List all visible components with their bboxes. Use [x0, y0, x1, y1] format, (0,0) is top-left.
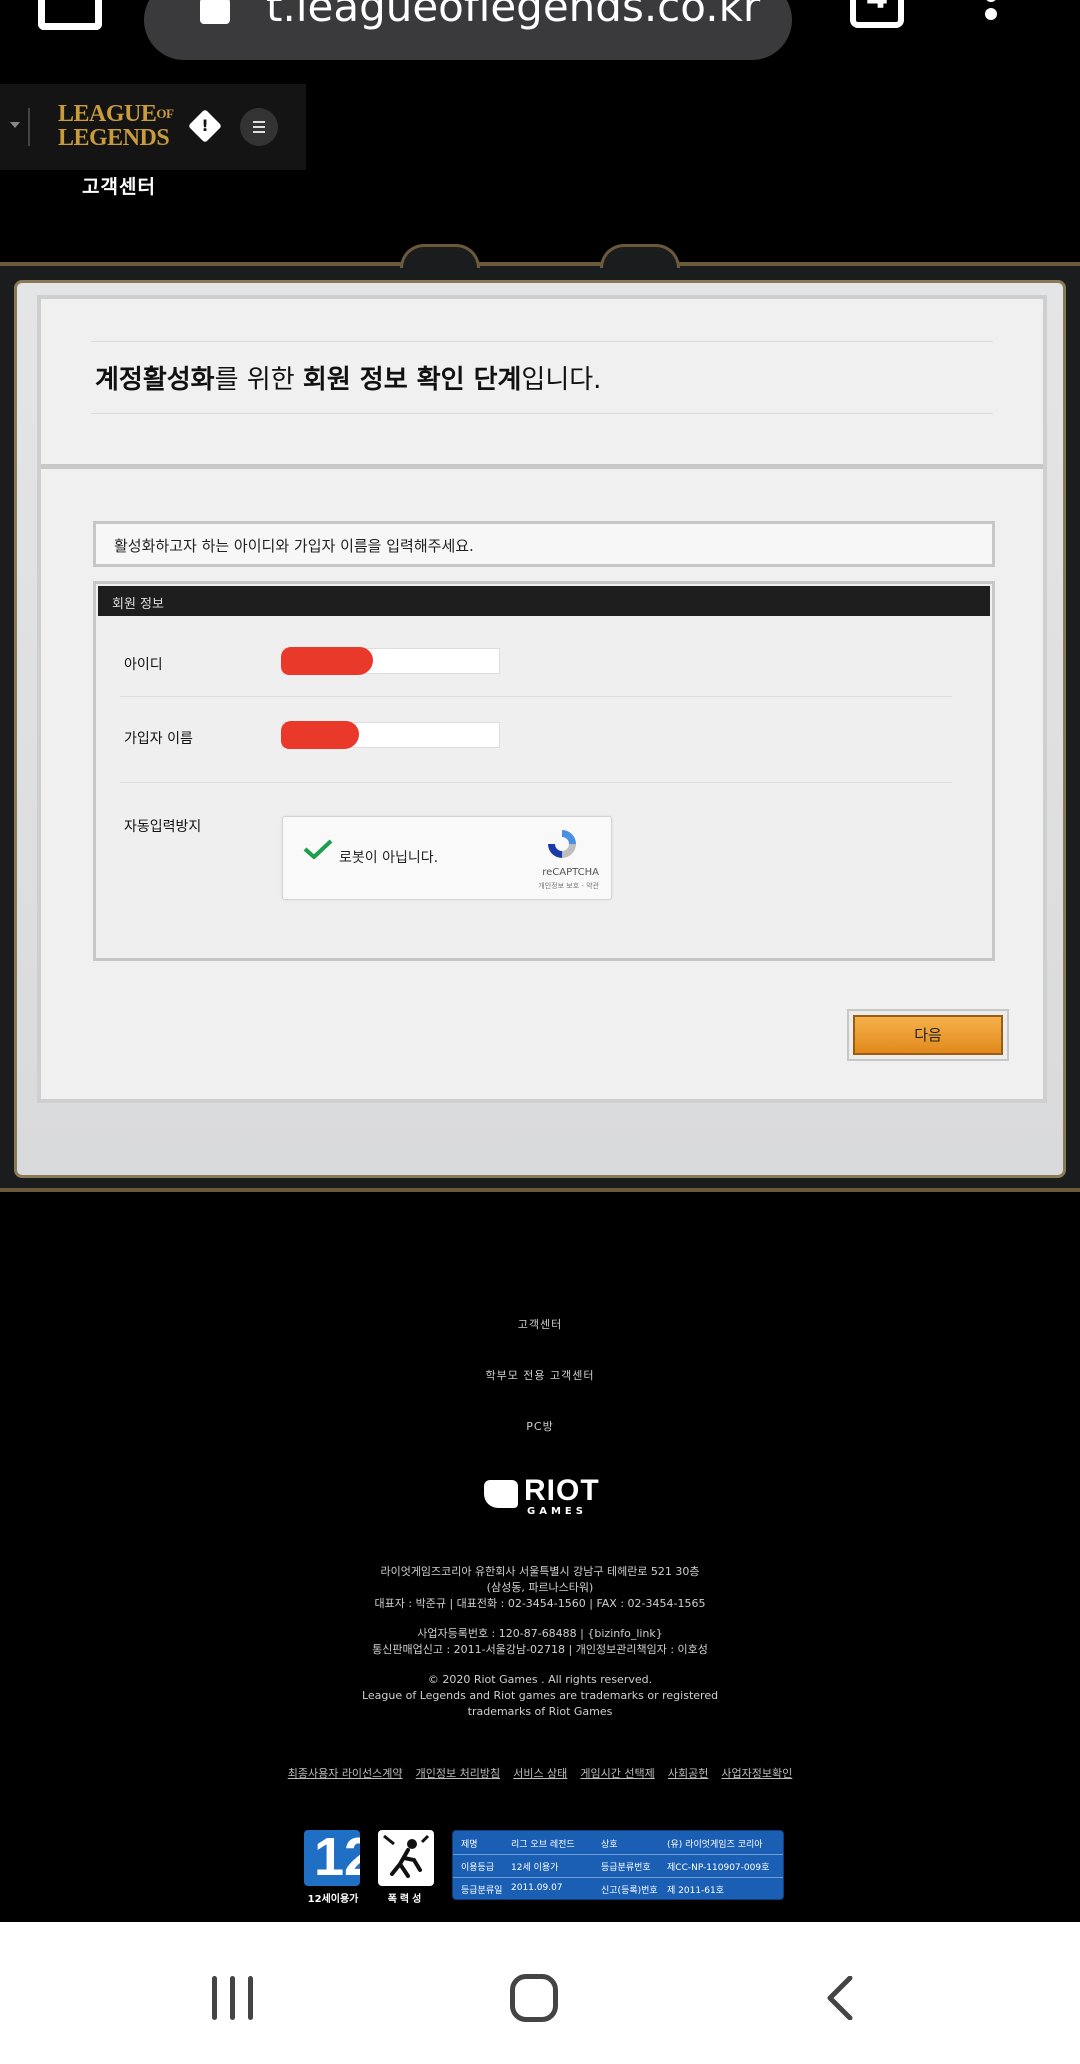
instruction-box: 활성화하고자 하는 아이디와 가입자 이름을 입력해주세요. — [93, 521, 995, 567]
recent-apps-icon[interactable] — [212, 1976, 254, 2020]
link-social-contribution[interactable]: 사회공헌 — [668, 1765, 708, 1781]
chevron-down-icon[interactable] — [10, 122, 20, 128]
browser-home-icon[interactable] — [38, 0, 102, 30]
riot-wordmark: RIOT — [524, 1474, 600, 1507]
address-bar[interactable]: t.leagueoflegends.co.kr — [144, 0, 792, 60]
recaptcha-legal-links[interactable]: 개인정보 보호 - 약관 — [538, 881, 599, 891]
frame-ornament — [400, 244, 480, 268]
league-of-legends-logo[interactable]: LEAGUEOF LEGENDS — [58, 101, 174, 151]
footer-link-parent-support[interactable]: 학부모 전용 고객센터 — [0, 1367, 1080, 1383]
id-input[interactable] — [281, 647, 500, 675]
violence-icon — [378, 1830, 434, 1886]
content-frame: 계정활성화를 위한 회원 정보 확인 단계입니다. 활성화하고자 하는 아이디와… — [0, 244, 1080, 1192]
logo-league: LEAGUE — [58, 101, 157, 127]
recaptcha-logo-icon — [548, 830, 576, 858]
captcha-label: 자동입력방지 — [124, 819, 202, 835]
age-rating-label: 12세이용가 — [307, 1894, 359, 1905]
violence-label: 폭력성 — [387, 1894, 425, 1905]
legal-links: 최종사용자 라이선스계약 개인정보 처리방침 서비스 상태 게임시간 선택제 사… — [0, 1762, 1080, 1781]
footer-link-pc-bang[interactable]: PC방 — [0, 1418, 1080, 1434]
logo-of: OF — [156, 106, 174, 121]
logo-legends: LEGENDS — [58, 125, 170, 151]
more-options-icon[interactable] — [985, 0, 999, 26]
copyright-info: © 2020 Riot Games . All rights reserved.… — [361, 1673, 719, 1718]
next-button[interactable]: 다음 — [853, 1015, 1003, 1055]
id-label: 아이디 — [124, 657, 163, 673]
system-navigation-bar — [0, 1922, 1080, 2064]
alert-icon[interactable]: ! — [188, 109, 222, 143]
section-title: 회원 정보 — [112, 597, 164, 612]
recaptcha-brand: reCAPTCHA — [542, 867, 599, 878]
name-label: 가입자 이름 — [124, 731, 193, 747]
age-rating-12-icon: 12 — [304, 1830, 360, 1886]
page-section-title: 고객센터 — [82, 176, 156, 198]
frame-inner: 계정활성화를 위한 회원 정보 확인 단계입니다. 활성화하고자 하는 아이디와… — [14, 280, 1066, 1178]
footer-link-support[interactable]: 고객센터 — [0, 1316, 1080, 1332]
menu-icon[interactable] — [240, 108, 278, 146]
redaction-mark — [281, 647, 373, 675]
instruction-text: 활성화하고자 하는 아이디와 가입자 이름을 입력해주세요. — [114, 537, 474, 555]
riot-fist-icon — [484, 1480, 518, 1508]
link-privacy-policy[interactable]: 개인정보 처리방침 — [416, 1765, 500, 1781]
tab-count: 4 — [856, 0, 898, 16]
riot-games-wordmark: GAMES — [527, 1506, 587, 1517]
riot-games-logo[interactable]: RIOT GAMES — [484, 1474, 604, 1517]
panel-header: 계정활성화를 위한 회원 정보 확인 단계입니다. — [41, 299, 1043, 469]
member-info-section: 회원 정보 아이디 가입자 이름 자동입력방지 로봇이 아닙니다. reCAPT… — [93, 581, 995, 961]
company-info: 라이엇게임즈코리아 유한회사 서울특별시 강남구 테헤란로 521 30층 (삼… — [374, 1565, 706, 1610]
rating-info-table: 제명 리그 오브 레전드 상호 (유) 라이엇게임즈 코리아 이용등급 12세 … — [452, 1830, 784, 1900]
next-button-frame: 다음 — [847, 1009, 1009, 1061]
frame-ornament — [600, 244, 680, 268]
form-panel: 계정활성화를 위한 회원 정보 확인 단계입니다. 활성화하고자 하는 아이디와… — [37, 295, 1047, 1103]
link-game-time[interactable]: 게임시간 선택제 — [580, 1765, 654, 1781]
link-eula[interactable]: 최종사용자 라이선스계약 — [288, 1765, 403, 1781]
redaction-mark — [281, 721, 359, 749]
page-headline: 계정활성화를 위한 회원 정보 확인 단계입니다. — [95, 365, 602, 395]
link-business-info[interactable]: 사업자정보확인 — [721, 1765, 792, 1781]
recaptcha-label: 로봇이 아닙니다. — [339, 850, 439, 866]
lock-icon[interactable] — [200, 0, 230, 24]
checkmark-icon[interactable] — [303, 839, 333, 859]
browser-toolbar: t.leagueoflegends.co.kr 4 — [0, 0, 1080, 84]
back-icon[interactable] — [824, 1976, 854, 2020]
registration-info: 사업자등록번호 : 120-87-68488 | {bizinfo_link} … — [372, 1627, 708, 1656]
tabs-icon[interactable]: 4 — [850, 0, 904, 28]
header-divider — [28, 108, 30, 146]
name-input[interactable] — [281, 721, 500, 749]
recaptcha-widget[interactable]: 로봇이 아닙니다. reCAPTCHA 개인정보 보호 - 약관 — [282, 816, 612, 900]
section-title-bar: 회원 정보 — [98, 586, 990, 616]
home-icon[interactable] — [510, 1974, 558, 2022]
site-header: LEAGUEOF LEGENDS ! — [0, 84, 306, 170]
link-service-status[interactable]: 서비스 상태 — [513, 1765, 567, 1781]
url-text[interactable]: t.leagueoflegends.co.kr — [266, 0, 760, 31]
